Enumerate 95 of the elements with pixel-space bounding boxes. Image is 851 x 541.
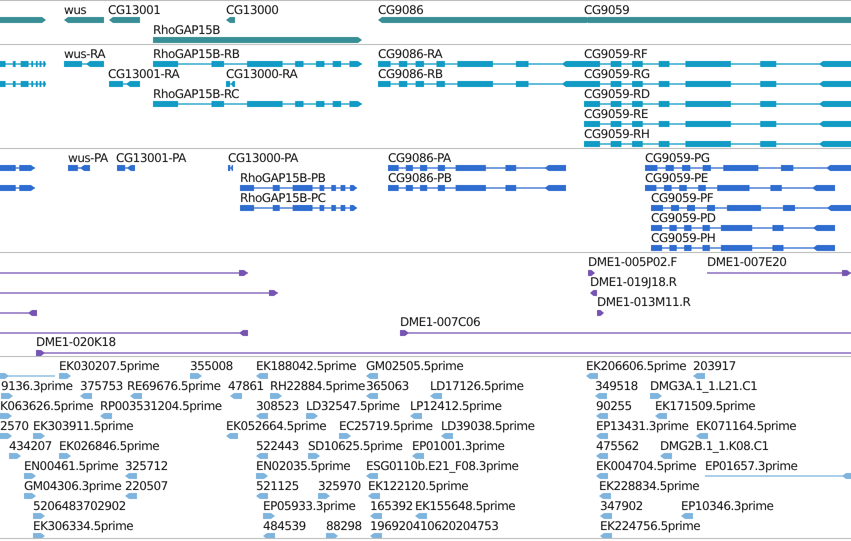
- est-label: 522443: [256, 439, 299, 453]
- est-label: 90255: [596, 399, 632, 413]
- est-label: LD17126.5prime: [430, 379, 524, 393]
- est-label: EK155648.5prime: [415, 499, 516, 513]
- clone-label: DME1-020K18: [36, 335, 116, 349]
- gene-label: wus: [64, 3, 86, 17]
- transcript-label: CG13000-RA: [226, 67, 298, 81]
- clone-label: DME1-005P02.F: [588, 255, 677, 269]
- est-label: 203917: [693, 359, 736, 373]
- est-label: GM04306.3prime: [24, 479, 122, 493]
- est-label: 434207: [9, 439, 52, 453]
- est-label: 325970: [318, 479, 361, 493]
- gene-label: RhoGAP15B: [153, 23, 220, 37]
- transcript-label: RhoGAP15B-RB: [153, 47, 240, 61]
- est-label: EN00461.5prime: [24, 459, 118, 473]
- est-label: DMG2B.1_1.K08.C1: [660, 439, 769, 453]
- transcript-label: RhoGAP15B-RC: [153, 87, 239, 101]
- est-label: SD10625.5prime: [308, 439, 402, 453]
- est-label: 484539: [263, 519, 306, 533]
- transcript-label: CG9086-RA: [378, 47, 442, 61]
- transcript-label: CG9086-RB: [378, 67, 443, 81]
- est-label: EK224756.5prime: [600, 519, 700, 533]
- est-label: EP10346.3prime: [681, 499, 774, 513]
- est-label: EK122120.5prime: [368, 479, 468, 493]
- transcript-label: CG9059-RG: [584, 67, 650, 81]
- est-label: EK030207.5prime: [59, 359, 160, 373]
- est-label: 47861: [228, 379, 264, 393]
- protein-label: CG9059-PD: [651, 211, 716, 225]
- transcript-label: wus-RA: [64, 47, 106, 61]
- est-label: EK026846.5prime: [59, 439, 160, 453]
- est-label: EK303911.5prime: [33, 419, 134, 433]
- est-label: EC25719.5prime: [339, 419, 433, 433]
- protein-label: wus-PA: [68, 151, 108, 165]
- protein-label: CG9086-PB: [388, 171, 452, 185]
- est-label: LD32547.5prime: [306, 399, 400, 413]
- est-label: K063626.5prime: [0, 399, 94, 413]
- est-label: 9136.3prime: [1, 379, 72, 393]
- est-label: 355008: [190, 359, 233, 373]
- est-label: 349518: [595, 379, 638, 393]
- transcript-label: CG9059-RF: [584, 47, 648, 61]
- est-label: EP13431.3prime: [596, 419, 688, 433]
- est-label: 521125: [256, 479, 299, 493]
- est-label: 325712: [125, 459, 168, 473]
- transcript-label: CG9059-RD: [584, 87, 650, 101]
- transcript-label: CG9059-RH: [584, 127, 650, 141]
- est-label: LD39038.5prime: [441, 419, 535, 433]
- est-label: EK306334.5prime: [33, 519, 134, 533]
- gene-label: CG13000: [226, 3, 278, 17]
- est-label: EP01657.3prime: [705, 459, 798, 473]
- est-label: 308523: [256, 399, 299, 413]
- clone-label: DME1-013M11.R: [597, 295, 690, 309]
- protein-label: CG9059-PH: [651, 231, 716, 245]
- gene-label: CG9059: [584, 3, 630, 17]
- est-label: 375753: [80, 379, 123, 393]
- est-label: EK171509.5prime: [655, 399, 756, 413]
- est-label: EK206606.5prime: [586, 359, 686, 373]
- est-label: GM02505.5prime: [366, 359, 464, 373]
- est-label: EN02035.5prime: [256, 459, 350, 473]
- clone-label: DME1-007C06: [400, 315, 480, 329]
- est-label: EK052664.5prime: [226, 419, 326, 433]
- est-label: 365063: [366, 379, 409, 393]
- est-label: EK071164.5prime: [696, 419, 796, 433]
- est-label: 196920410620204753: [370, 519, 498, 533]
- est-label: 2570: [0, 419, 29, 433]
- protein-label: CG9059-PE: [645, 171, 708, 185]
- est-label: ESG0110b.E21_F08.3prime: [366, 459, 518, 473]
- est-label: RP003531204.5prime: [100, 399, 222, 413]
- est-label: 165392: [370, 499, 413, 513]
- est-label: RE69676.5prime: [127, 379, 220, 393]
- est-label: 5206483702902: [33, 499, 126, 513]
- est-label: 475562: [596, 439, 639, 453]
- gene-label: CG9086: [378, 3, 424, 17]
- transcript-label: CG9059-RE: [584, 107, 648, 121]
- est-label: 88298: [326, 519, 362, 533]
- clone-label: DME1-019J18.R: [590, 275, 677, 289]
- est-label: EK188042.5prime: [256, 359, 356, 373]
- protein-label: RhoGAP15B-PC: [240, 191, 326, 205]
- gene-label: CG13001: [108, 3, 160, 17]
- protein-label: CG9059-PF: [651, 191, 714, 205]
- protein-label: CG9086-PA: [388, 151, 451, 165]
- protein-label: CG13001-PA: [116, 151, 186, 165]
- est-label: LP12412.5prime: [410, 399, 502, 413]
- protein-label: CG13000-PA: [228, 151, 298, 165]
- est-label: EK228834.5prime: [599, 479, 700, 493]
- est-label: RH22884.5prime: [270, 379, 365, 393]
- clone-label: DME1-007E20: [707, 255, 786, 269]
- est-label: EP01001.3prime: [412, 439, 504, 453]
- protein-label: RhoGAP15B-PB: [240, 171, 326, 185]
- est-label: 347902: [600, 499, 643, 513]
- transcript-label: CG13001-RA: [108, 67, 180, 81]
- protein-label: CG9059-PG: [645, 151, 710, 165]
- est-label: EK004704.5prime: [596, 459, 696, 473]
- est-label: 220507: [125, 479, 168, 493]
- est-label: DMG3A.1_1.L21.C1: [650, 379, 758, 393]
- est-label: EP05933.3prime: [263, 499, 356, 513]
